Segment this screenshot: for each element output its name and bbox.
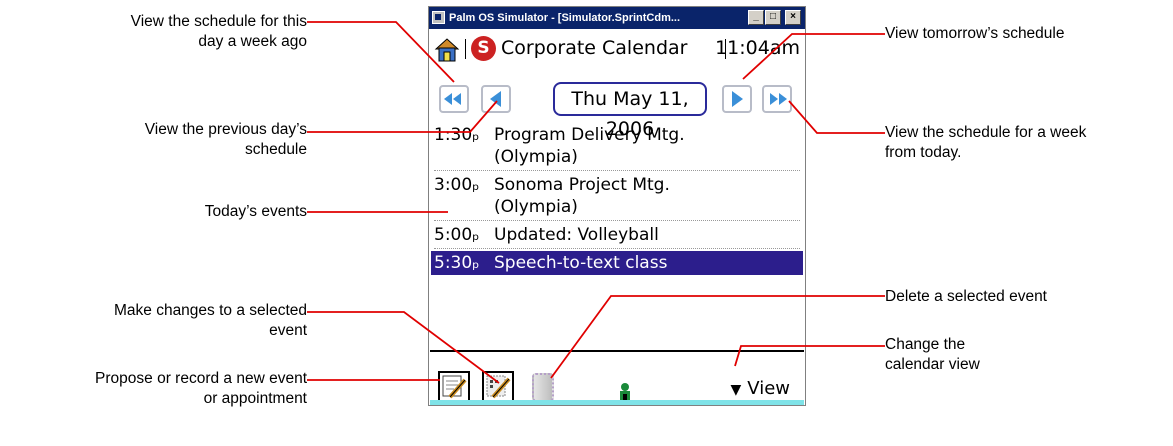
week-back-button[interactable] — [439, 85, 469, 113]
app-title[interactable]: Corporate Calendar — [501, 37, 687, 59]
event-location-row[interactable]: (Olympia) — [434, 146, 800, 168]
prev-day-icon — [490, 91, 501, 107]
status-strip — [430, 400, 804, 405]
event-divider — [434, 170, 800, 171]
event-time: 1:30ₚ — [434, 125, 480, 145]
callout-week-from-today: View the schedule for a week from today. — [885, 124, 1087, 161]
event-row[interactable]: 3:00ₚ Sonoma Project Mtg. — [434, 174, 800, 196]
home-icon[interactable] — [433, 35, 461, 63]
triangle-down-icon: ▼ — [730, 382, 742, 398]
previous-day-button[interactable] — [481, 85, 511, 113]
callout-week-ago: View the schedule for this day a week ag… — [130, 13, 307, 50]
event-location: (Olympia) — [494, 147, 578, 167]
minimize-button[interactable]: _ — [748, 10, 764, 25]
event-divider — [434, 248, 800, 249]
next-day-icon — [732, 91, 743, 107]
event-title: Speech-to-text class — [494, 253, 668, 273]
event-location: (Olympia) — [494, 197, 578, 217]
event-location-row[interactable]: (Olympia) — [434, 196, 800, 218]
simulator-app-icon — [432, 11, 445, 24]
event-row-selected[interactable]: 5:30ₚ Speech-to-text class — [431, 251, 803, 275]
event-time: 5:30ₚ — [434, 253, 480, 273]
clock: 11:04am — [715, 37, 800, 59]
next-day-button[interactable] — [722, 85, 752, 113]
week-back-icon — [444, 93, 461, 105]
toolbar-divider — [430, 350, 804, 352]
callout-delete-event: Delete a selected event — [885, 288, 1047, 305]
app-header: S Corporate Calendar 11:04am — [430, 30, 804, 66]
callout-make-changes: Make changes to a selected event — [113, 302, 307, 339]
maximize-button[interactable]: □ — [765, 10, 781, 25]
event-title: Sonoma Project Mtg. — [494, 175, 670, 195]
callout-previous-day: View the previous day’s schedule — [144, 121, 307, 158]
event-divider — [434, 220, 800, 221]
trash-icon[interactable] — [532, 373, 554, 403]
week-forward-icon — [770, 93, 787, 105]
palm-simulator-window: Palm OS Simulator - [Simulator.SprintCdm… — [428, 6, 806, 406]
event-time: 5:00ₚ — [434, 225, 480, 245]
event-time: 3:00ₚ — [434, 175, 480, 195]
callout-propose-event: Propose or record a new event or appoint… — [95, 370, 307, 407]
event-title: Program Delivery Mtg. — [494, 125, 685, 145]
edit-event-icon — [486, 375, 511, 399]
callout-tomorrow: View tomorrow’s schedule — [885, 25, 1065, 42]
s-logo-icon: S — [471, 36, 496, 61]
callout-todays-events: Today’s events — [204, 203, 307, 220]
event-row[interactable]: 1:30ₚ Program Delivery Mtg. — [434, 124, 800, 146]
close-button[interactable]: × — [785, 10, 801, 25]
event-row[interactable]: 5:00ₚ Updated: Volleyball — [434, 224, 800, 246]
edit-event-button[interactable] — [482, 371, 514, 403]
week-forward-button[interactable] — [762, 85, 792, 113]
window-title: Palm OS Simulator - [Simulator.SprintCdm… — [449, 12, 681, 24]
callout-change-view: Change the calendar view — [885, 336, 980, 373]
date-selector[interactable]: Thu May 11, 2006 — [553, 82, 707, 140]
window-titlebar[interactable]: Palm OS Simulator - [Simulator.SprintCdm… — [429, 7, 805, 29]
view-menu-label: View — [747, 378, 790, 399]
new-event-icon — [442, 375, 467, 399]
header-divider — [465, 39, 466, 59]
view-menu[interactable]: ▼ View — [731, 378, 791, 399]
palm-screen: S Corporate Calendar 11:04am Thu May 11,… — [430, 30, 804, 405]
event-title: Updated: Volleyball — [494, 225, 659, 245]
new-event-button[interactable] — [438, 371, 470, 403]
